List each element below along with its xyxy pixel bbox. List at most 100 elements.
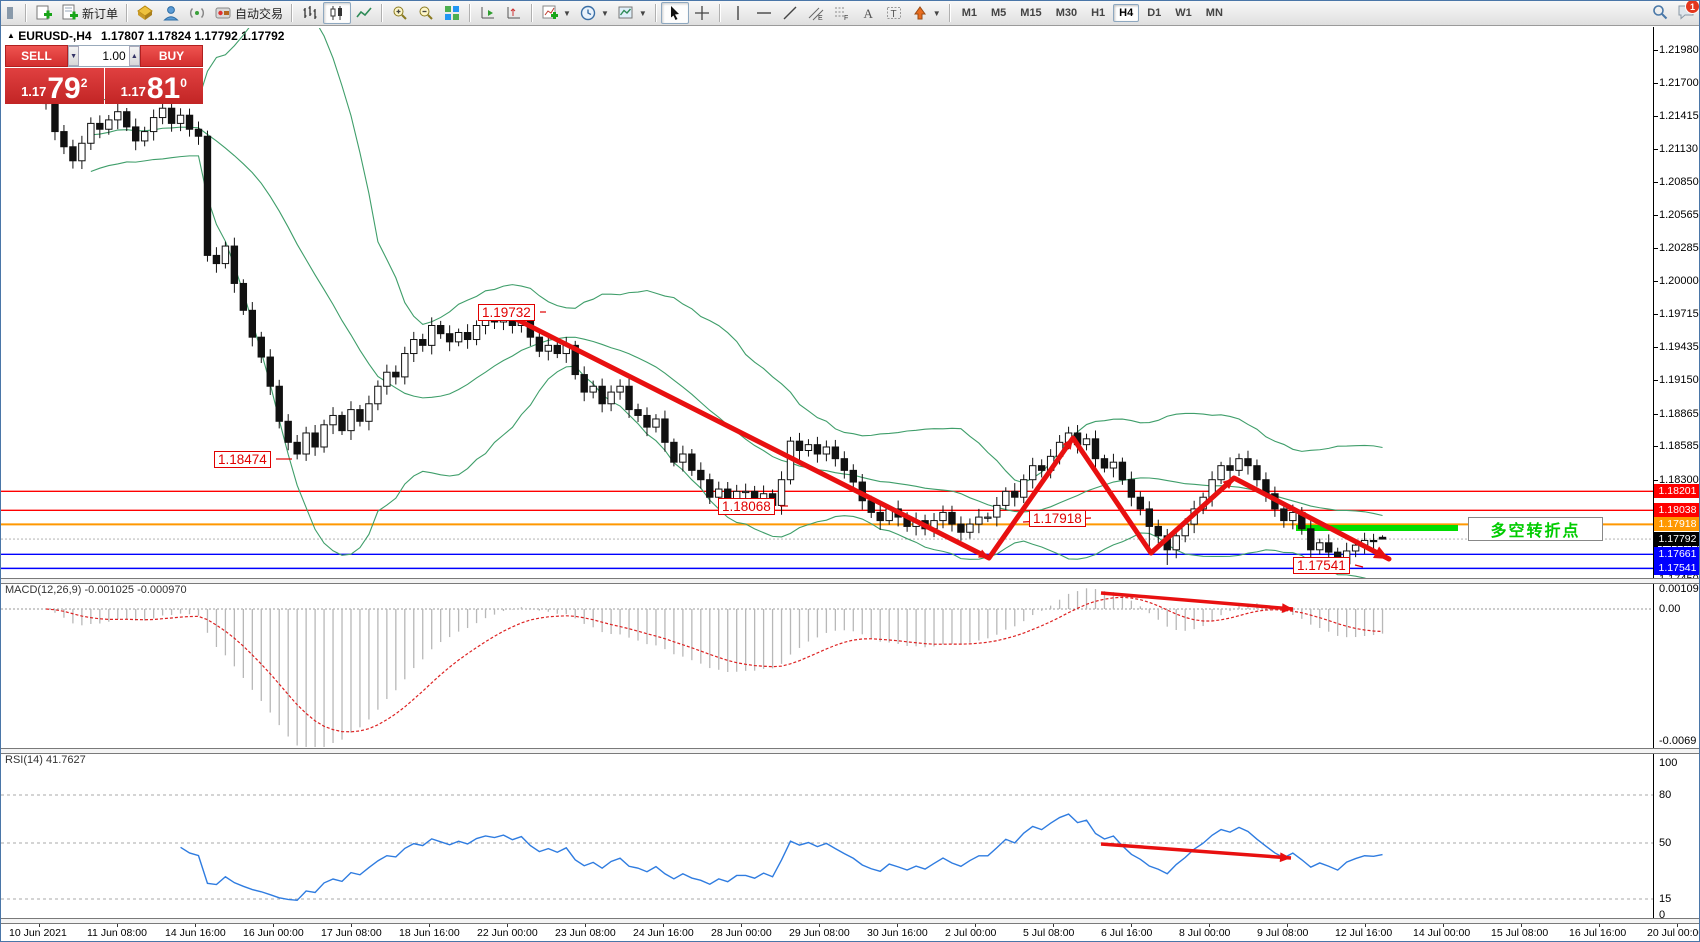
bear-candle [581,375,587,393]
bear-candle [1038,466,1044,471]
sell-price-prefix: 1.17 [21,84,46,99]
price-axis-label: 1.20285 [1659,242,1699,254]
bear-candle [796,441,802,450]
bear-candle [267,357,273,386]
bear-candle [195,129,201,136]
time-axis-label: 22 Jun 00:00 [477,927,538,939]
rsi-axis-label: 15 [1659,893,1671,905]
bull-candle [159,108,165,117]
bull-candle [330,415,336,424]
pane-splitter[interactable] [1,748,1700,754]
bear-candle [52,104,58,132]
volume-increase-button[interactable]: ▲ [129,46,140,66]
bull-candle [590,386,596,392]
macd-axis-label: -0.0069 [1659,735,1696,747]
price-label-annotation[interactable]: 1.19732 [478,304,535,321]
bull-candle [1218,466,1224,480]
time-axis-label: 8 Jul 00:00 [1179,927,1230,939]
bear-candle [339,415,345,430]
bull-candle [303,433,309,454]
bull-candle [366,404,372,422]
main-pane [1,1,1653,583]
price-label-annotation[interactable]: 1.18068 [718,498,775,515]
rsi-axis-label: 50 [1659,837,1671,849]
buy-price-panel[interactable]: 1.17 81 0 [105,68,204,104]
bull-candle [985,517,991,518]
bull-candle [115,112,121,120]
macd-trend-arrow[interactable] [1101,593,1293,609]
bear-candle [133,127,139,141]
price-axis-tick [1653,380,1658,381]
mt4-window: 新订单 自动交易 ▼ ▼ ▼ E F A T ▼ [0,0,1700,942]
bear-candle [841,459,847,471]
bear-candle [1128,480,1134,498]
bear-candle [97,123,103,129]
rsi-line [181,814,1383,900]
volume-decrease-button[interactable]: ▼ [68,46,79,66]
price-axis-tick [1653,347,1658,348]
pane-splitter[interactable] [1,578,1700,584]
price-label-annotation[interactable]: 1.18474 [214,451,271,468]
bear-candle [958,524,964,532]
price-axis-border [1653,27,1654,923]
price-label-annotation[interactable]: 1.17541 [1293,557,1350,574]
price-tag: 1.18038 [1654,503,1700,517]
bear-candle [464,333,470,340]
bear-candle [446,334,452,342]
trend-zigzag[interactable] [506,314,1389,559]
time-axis-label: 24 Jun 16:00 [633,927,694,939]
price-label-annotation[interactable]: 1.17918 [1029,510,1086,527]
bull-candle [823,447,829,454]
bear-candle [1101,459,1107,468]
bull-candle [545,345,551,351]
price-axis-tick [1653,50,1658,51]
sell-button[interactable]: SELL [5,45,68,67]
time-axis-label: 14 Jul 00:00 [1413,927,1470,939]
price-axis-tick [1653,414,1658,415]
time-axis-label: 10 Jun 2021 [9,927,67,939]
bull-candle [1003,491,1009,505]
rsi-trend-arrow[interactable] [1101,844,1291,858]
bear-candle [626,386,632,409]
bear-candle [644,415,650,427]
bull-candle [1290,512,1296,520]
price-axis-tick [1653,116,1658,117]
chart-canvas[interactable] [1,1,1700,942]
bull-candle [994,505,1000,517]
time-axis-label: 17 Jun 08:00 [321,927,382,939]
bull-candle [1021,480,1027,498]
bollinger-middle-band [91,127,1383,515]
price-axis-label: 1.19150 [1659,374,1699,386]
bear-candle [1370,540,1376,541]
bear-candle [294,442,300,454]
bear-candle [662,419,668,442]
bull-candle [976,517,982,524]
macd-pane [1,588,1653,750]
bear-candle [671,442,677,462]
price-axis-tick [1653,446,1658,447]
sell-price-panel[interactable]: 1.17 79 2 [5,68,104,104]
price-axis-tick [1653,480,1658,481]
time-axis-label: 14 Jun 16:00 [165,927,226,939]
bear-candle [231,246,237,283]
buy-button[interactable]: BUY [140,45,203,67]
macd-axis-label: 0.00 [1659,603,1680,615]
time-axis-label: 16 Jul 16:00 [1569,927,1626,939]
bear-candle [276,386,282,421]
bull-candle [429,326,435,346]
price-axis-tick [1653,215,1658,216]
price-axis-label: 1.18585 [1659,440,1699,452]
price-axis-tick [1653,281,1658,282]
bull-candle [348,410,354,431]
bull-candle [716,489,722,497]
bollinger-upper-band [91,1,1383,483]
price-axis-label: 1.18865 [1659,408,1699,420]
pivot-note[interactable]: 多空转折点 [1468,517,1603,541]
price-axis-tick [1653,149,1658,150]
bear-candle [1227,466,1233,471]
pane-splitter[interactable] [1,918,1700,924]
price-axis-tick [1653,314,1658,315]
bear-candle [312,433,318,447]
bull-candle [608,392,614,404]
volume-input[interactable] [79,46,128,66]
